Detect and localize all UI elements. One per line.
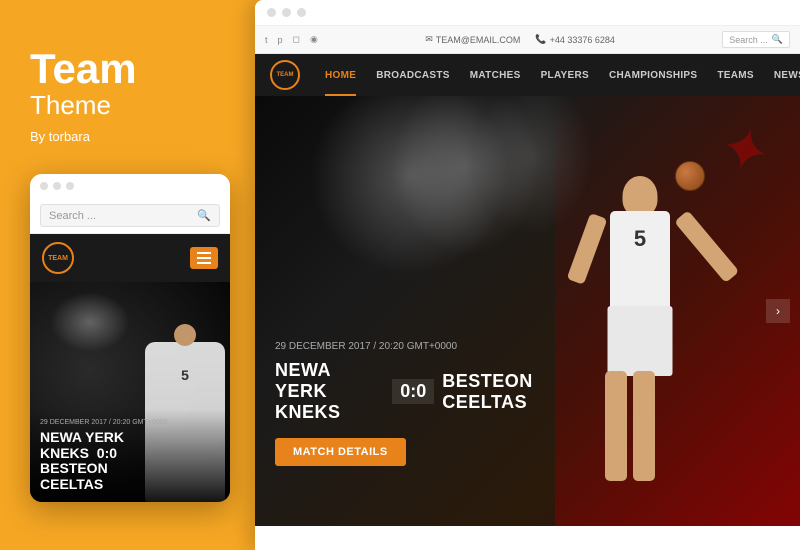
phone-icon: 📞 xyxy=(535,34,546,45)
player-arm-right xyxy=(674,210,739,283)
player-shorts xyxy=(608,306,673,376)
instagram-icon[interactable]: ◻ xyxy=(293,34,300,45)
toolbar-search-icon: 🔍 xyxy=(772,34,783,45)
mobile-dot-2 xyxy=(53,182,61,190)
toolbar-social-links: t p ◻ ◉ xyxy=(265,34,318,45)
nav-item-home[interactable]: HOME xyxy=(315,54,366,96)
mobile-logo: TEAM xyxy=(42,242,74,274)
match-details-button[interactable]: MATCH DETAILS xyxy=(275,438,406,466)
hero-player: 5 xyxy=(540,126,740,526)
player-leg-left xyxy=(605,371,627,481)
desktop-mockup: t p ◻ ◉ ✉ TEAM@EMAIL.COM 📞 +44 33376 628… xyxy=(255,0,800,550)
player-arm-left xyxy=(567,213,608,285)
mobile-player-number: 5 xyxy=(181,367,189,383)
player-leg-right xyxy=(633,371,655,481)
mobile-nav: TEAM xyxy=(30,234,230,282)
hero-score: 0:0 xyxy=(392,379,434,404)
twitter-icon[interactable]: t xyxy=(265,35,268,45)
theme-title: Team xyxy=(30,48,210,90)
toolbar-email: ✉ TEAM@EMAIL.COM xyxy=(425,34,520,45)
phone-number: +44 33376 6284 xyxy=(550,35,615,45)
mobile-menu-button[interactable] xyxy=(190,247,218,269)
mobile-dot-3 xyxy=(66,182,74,190)
hero-next-arrow[interactable]: › xyxy=(766,299,790,323)
player-ball xyxy=(675,161,705,191)
pinterest-icon[interactable]: p xyxy=(278,35,283,45)
rss-icon[interactable]: ◉ xyxy=(310,34,318,45)
hero-content: 29 DECEMBER 2017 / 20:20 GMT+0000 NEWA Y… xyxy=(275,341,550,466)
mobile-search-bar: Search ... 🔍 xyxy=(30,198,230,234)
left-panel: Team Theme By torbara Search ... 🔍 TEAM xyxy=(0,8,240,542)
nav-item-matches[interactable]: MATCHES xyxy=(460,54,531,96)
toolbar-phone: 📞 +44 33376 6284 xyxy=(535,34,615,45)
hero-team2: BESTEON CEELTAS xyxy=(442,371,550,413)
player-jersey-number: 5 xyxy=(634,226,646,252)
mobile-hero-lights xyxy=(50,292,130,352)
hero-team1: NEWA YERK KNEKS xyxy=(275,360,384,423)
desktop-nav-logo: TEAM xyxy=(270,60,300,90)
search-icon: 🔍 xyxy=(197,209,211,222)
nav-item-news[interactable]: NEWS xyxy=(764,54,800,96)
mobile-window-bar xyxy=(30,174,230,198)
desktop-browser-toolbar: t p ◻ ◉ ✉ TEAM@EMAIL.COM 📞 +44 33376 628… xyxy=(255,26,800,54)
mobile-dot-1 xyxy=(40,182,48,190)
toolbar-search[interactable]: Search ... 🔍 xyxy=(722,31,790,48)
mobile-search-input[interactable]: Search ... 🔍 xyxy=(40,204,220,227)
nav-item-players[interactable]: PLAYERS xyxy=(531,54,599,96)
mobile-mockup: Search ... 🔍 TEAM 5 29 DECEMBER 20 xyxy=(30,174,230,502)
mobile-player-head xyxy=(174,324,196,346)
mobile-hero-date: 29 DECEMBER 2017 / 20:20 GMT+0000 xyxy=(40,419,220,426)
email-address: TEAM@EMAIL.COM xyxy=(436,35,521,45)
mobile-search-placeholder: Search ... xyxy=(49,210,96,222)
desktop-hero: ✦ 5 29 DECEMBER 2017 / 20:20 GMT+0000 NE… xyxy=(255,96,800,526)
desktop-dot-1 xyxy=(267,8,276,17)
player-head xyxy=(623,176,658,216)
player-body: 5 xyxy=(580,176,700,526)
desktop-nav-items: HOME BROADCASTS MATCHES PLAYERS CHAMPION… xyxy=(315,54,800,96)
mobile-hero: 5 29 DECEMBER 2017 / 20:20 GMT+0000 NEWA… xyxy=(30,282,230,502)
mobile-hero-overlay: 29 DECEMBER 2017 / 20:20 GMT+0000 NEWA Y… xyxy=(30,409,230,502)
mobile-match-title: NEWA YERK KNEKS 0:0 BESTEON CEELTAS xyxy=(40,430,220,492)
theme-author: By torbara xyxy=(30,129,210,144)
desktop-dot-2 xyxy=(282,8,291,17)
desktop-window-bar xyxy=(255,0,800,26)
toolbar-search-placeholder: Search ... xyxy=(729,35,768,45)
theme-subtitle: Theme xyxy=(30,90,210,121)
nav-item-teams[interactable]: TEAMS xyxy=(707,54,764,96)
desktop-dot-3 xyxy=(297,8,306,17)
nav-item-broadcasts[interactable]: BROADCASTS xyxy=(366,54,460,96)
player-torso: 5 xyxy=(610,211,670,311)
hero-match-info: NEWA YERK KNEKS 0:0 BESTEON CEELTAS xyxy=(275,360,550,423)
desktop-nav: TEAM HOME BROADCASTS MATCHES PLAYERS CHA… xyxy=(255,54,800,96)
email-icon: ✉ xyxy=(425,34,433,45)
nav-item-championships[interactable]: CHAMPIONSHIPS xyxy=(599,54,707,96)
hero-date: 29 DECEMBER 2017 / 20:20 GMT+0000 xyxy=(275,341,550,352)
